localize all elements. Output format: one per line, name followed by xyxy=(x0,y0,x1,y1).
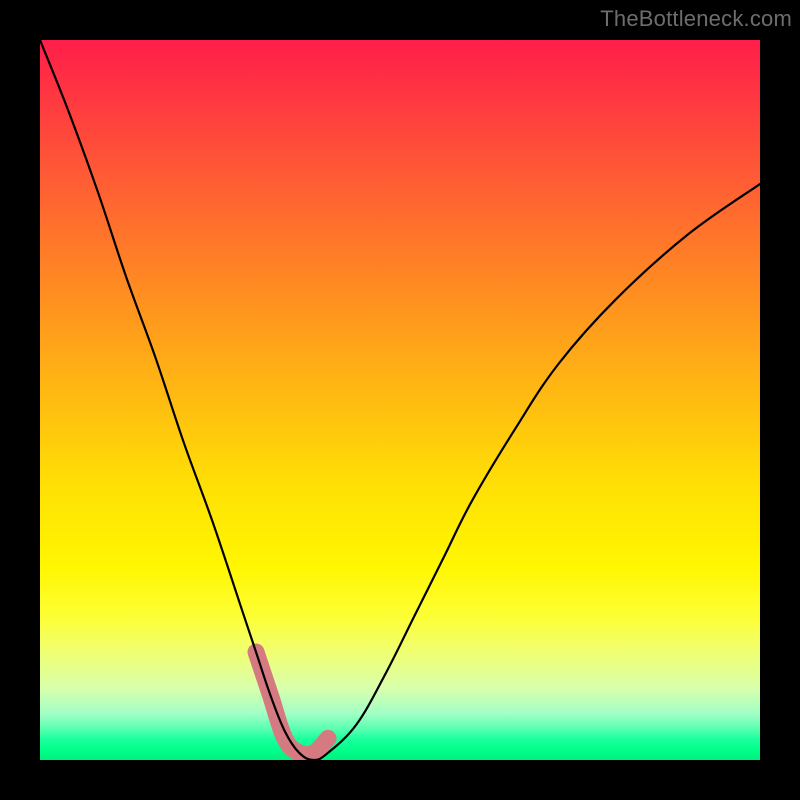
watermark-text: TheBottleneck.com xyxy=(600,6,792,32)
near-zero-highlight xyxy=(256,652,328,755)
chart-svg xyxy=(40,40,760,760)
outer-frame: TheBottleneck.com xyxy=(0,0,800,800)
bottleneck-curve-line xyxy=(40,40,760,760)
plot-area xyxy=(40,40,760,760)
